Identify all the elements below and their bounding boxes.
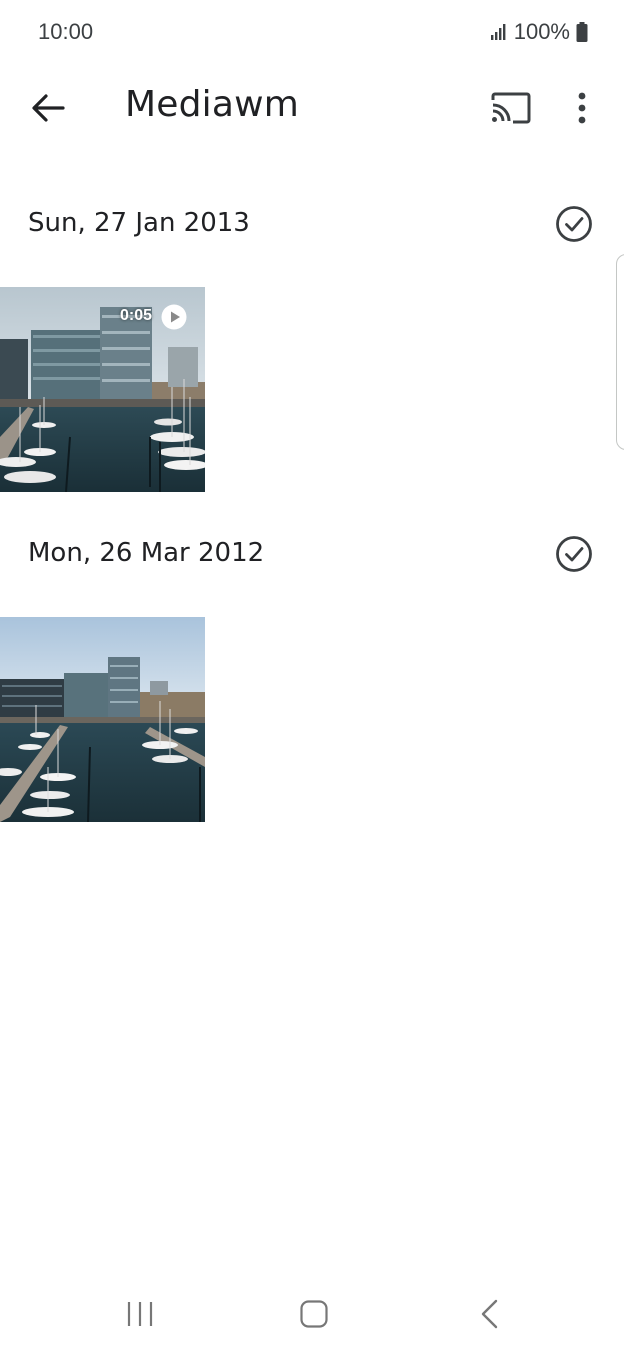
page-title: Mediawm	[125, 84, 300, 125]
photo-thumbnail[interactable]	[0, 617, 205, 822]
battery-icon	[576, 22, 588, 42]
select-all-check-icon[interactable]	[554, 534, 594, 574]
recents-icon[interactable]	[124, 1298, 156, 1330]
section-date: Sun, 27 Jan 2013	[28, 208, 250, 238]
play-icon	[161, 304, 187, 330]
status-indicators: 100%	[490, 19, 588, 45]
cast-icon	[491, 92, 531, 124]
harbor-image	[0, 617, 205, 822]
cast-button[interactable]	[486, 86, 534, 130]
select-all-check-icon[interactable]	[554, 204, 594, 244]
home-icon[interactable]	[298, 1298, 330, 1330]
back-icon[interactable]	[478, 1298, 502, 1330]
back-arrow-icon	[32, 94, 65, 122]
back-button[interactable]	[26, 86, 70, 130]
app-bar: Mediawm	[0, 64, 624, 150]
status-time: 10:00	[38, 19, 94, 44]
video-duration: 0:05	[120, 307, 153, 324]
system-nav-bar	[0, 1280, 624, 1354]
battery-percentage: 100%	[513, 19, 570, 44]
video-thumbnail[interactable]: 0:05	[0, 287, 205, 492]
more-options-button[interactable]	[562, 86, 602, 130]
more-vert-icon	[578, 92, 586, 124]
status-bar: 10:00 100%	[0, 0, 624, 64]
scrollbar-handle[interactable]	[616, 254, 624, 450]
section-date: Mon, 26 Mar 2012	[28, 538, 265, 568]
signal-icon	[490, 24, 506, 40]
